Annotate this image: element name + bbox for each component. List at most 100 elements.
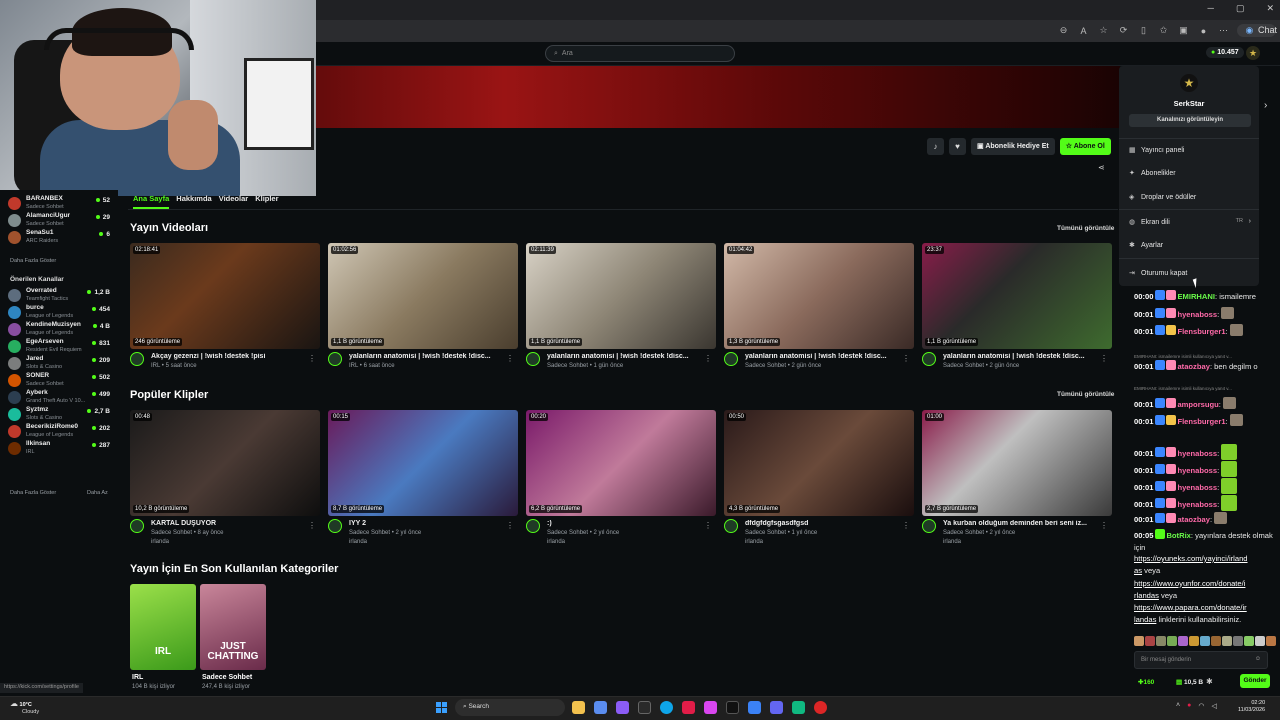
tab-videos[interactable]: Videolar <box>219 194 248 209</box>
menu-item-subscriptions[interactable]: ✦ Abonelikler <box>1129 169 1251 177</box>
emote-icon[interactable] <box>1222 636 1232 646</box>
more-icon[interactable]: ⋯ <box>1217 25 1229 36</box>
more-options-icon[interactable]: ⋮ <box>902 354 910 363</box>
emote-icon[interactable] <box>1167 636 1177 646</box>
menu-item-display-language[interactable]: ◍ Ekran dili TR › <box>1129 218 1251 226</box>
notification-bell-icon[interactable]: ♪ <box>927 138 944 155</box>
gift-subscription-button[interactable]: ▣ Abonelik Hediye Et <box>971 138 1055 155</box>
follow-heart-icon[interactable]: ♥ <box>949 138 966 155</box>
video-card[interactable]: 01:02:56 1,1 B görüntüleme yalanların anat… <box>328 243 518 373</box>
chat-username[interactable]: hyenaboss <box>1177 466 1217 475</box>
videos-see-all-link[interactable]: Tümünü görüntüle <box>1057 225 1114 232</box>
emoji-icon[interactable]: ☺ <box>1255 656 1261 662</box>
chat-link[interactable]: as <box>1134 566 1142 575</box>
chat-link[interactable]: https://oyuneks.com/yayinci/irland <box>1134 554 1248 563</box>
more-options-icon[interactable]: ⋮ <box>308 521 316 530</box>
emote-icon[interactable] <box>1189 636 1199 646</box>
emote-icon[interactable] <box>1200 636 1210 646</box>
send-button[interactable]: Gönder <box>1240 674 1270 688</box>
read-aloud-icon[interactable]: A <box>1077 26 1089 36</box>
chat-username[interactable]: ataozbay <box>1177 515 1210 524</box>
show-more-followed-link[interactable]: Daha Fazla Göster <box>10 258 56 264</box>
menu-item-drops[interactable]: ◈ Droplar ve ödüller <box>1129 193 1251 201</box>
chat-username[interactable]: BotRix <box>1166 531 1190 540</box>
chat-username[interactable]: hyenaboss <box>1177 500 1217 509</box>
close-window-icon[interactable]: ✕ <box>1266 3 1274 14</box>
windows-start-icon[interactable] <box>436 702 447 713</box>
chat-link[interactable]: rlandas <box>1134 591 1159 600</box>
chatgpt-icon[interactable] <box>792 701 805 714</box>
discord-icon[interactable] <box>770 701 783 714</box>
file-explorer-icon[interactable] <box>572 701 585 714</box>
category-card[interactable]: JUST CHATTING Sadece Sohbet 247,4 B kişi… <box>200 584 266 694</box>
more-options-icon[interactable]: ⋮ <box>1100 354 1108 363</box>
user-avatar-button[interactable]: ★ <box>1246 46 1260 60</box>
emote-icon[interactable] <box>1134 636 1144 646</box>
refresh-icon[interactable]: ⟳ <box>1117 25 1129 36</box>
emote-icon[interactable] <box>1178 636 1188 646</box>
tray-app-icon[interactable]: ● <box>1187 702 1191 710</box>
zoom-icon[interactable]: ⊖ <box>1057 25 1069 36</box>
sidebar-channel-item[interactable]: SenaSu1 ARC Raiders 6 <box>8 228 110 248</box>
menu-item-creator-dashboard[interactable]: ▦ Yayıncı paneli <box>1129 146 1251 154</box>
tab-clips[interactable]: Klipler <box>255 194 278 209</box>
video-card[interactable]: 01:04:42 1,3 B görüntüleme yalanların anat… <box>724 243 914 373</box>
emote-icon[interactable] <box>1244 636 1254 646</box>
pen-icon[interactable] <box>748 701 761 714</box>
kicks-balance[interactable]: ▤ 10,5 B <box>1176 678 1203 686</box>
chat-username[interactable]: EMIRHANI <box>1177 292 1215 301</box>
more-options-icon[interactable]: ⋮ <box>1100 521 1108 530</box>
share-icon[interactable]: ⋖ <box>1098 163 1105 172</box>
calendar-icon[interactable] <box>638 701 651 714</box>
chat-username[interactable]: Flensburger1 <box>1177 417 1225 426</box>
tray-chevron-icon[interactable]: ˄ <box>1176 702 1180 710</box>
tiktok-icon[interactable] <box>726 701 739 714</box>
clip-card[interactable]: 00:15 8,7 B görüntüleme IYY 2 Sadece Sohbet… <box>328 410 518 545</box>
chat-settings-gear-icon[interactable]: ✱ <box>1206 677 1213 686</box>
clip-card[interactable]: 00:48 10,2 B görüntüleme KARTAL DÜŞÜYOR Sad… <box>130 410 320 545</box>
chat-username[interactable]: Flensburger1 <box>1177 327 1225 336</box>
menu-item-logout[interactable]: ⇥ Oturumu kapat <box>1129 269 1251 277</box>
video-card[interactable]: 02:11:39 1,1 B görüntüleme yalanların anat… <box>526 243 716 373</box>
weather-widget[interactable]: ☁ 10°C Cloudy <box>10 700 39 716</box>
copilot-chat-button[interactable]: ◉ Chat <box>1237 24 1277 37</box>
clips-see-all-link[interactable]: Tümünü görüntüle <box>1057 391 1114 398</box>
minimize-icon[interactable]: ─ <box>1208 3 1214 14</box>
chat-username[interactable]: ataozbay <box>1177 362 1210 371</box>
profile-icon[interactable]: ● <box>1197 26 1209 36</box>
volume-icon[interactable]: ◁ <box>1211 702 1216 710</box>
favorite-star-icon[interactable]: ☆ <box>1097 25 1109 36</box>
taskbar-search[interactable]: ⌕ Search <box>455 699 565 716</box>
more-options-icon[interactable]: ⋮ <box>704 521 712 530</box>
kick-credits-badge[interactable]: ● 10.457 <box>1206 47 1244 58</box>
more-options-icon[interactable]: ⋮ <box>902 521 910 530</box>
collections-icon[interactable]: ▣ <box>1177 25 1189 36</box>
more-options-icon[interactable]: ⋮ <box>308 354 316 363</box>
youtube-icon[interactable] <box>682 701 695 714</box>
emote-icon[interactable] <box>1211 636 1221 646</box>
video-card[interactable]: 23:37 1,1 B görüntüleme yalanların anatomi… <box>922 243 1112 373</box>
chat-username[interactable]: amporsugu <box>1177 400 1218 409</box>
emote-icon[interactable] <box>1266 636 1276 646</box>
teams-icon[interactable] <box>616 701 629 714</box>
emote-icon[interactable] <box>1156 636 1166 646</box>
emote-icon[interactable] <box>1233 636 1243 646</box>
instagram-icon[interactable] <box>704 701 717 714</box>
emote-icon[interactable] <box>1145 636 1155 646</box>
clip-card[interactable]: 00:50 4,3 B görüntüleme dfdgfdgfsgasdfgsd S… <box>724 410 914 545</box>
tab-about[interactable]: Hakkımda <box>176 194 211 209</box>
tab-home[interactable]: Ana Sayfa <box>133 194 170 209</box>
emote-icon[interactable] <box>1255 636 1265 646</box>
chat-link[interactable]: https://www.oyunfor.com/donate/i <box>1134 579 1245 588</box>
chat-username[interactable]: hyenaboss <box>1177 449 1217 458</box>
copilot-app-icon[interactable] <box>594 701 607 714</box>
subscribe-button[interactable]: ☆ Abone Ol <box>1059 138 1111 155</box>
search-input[interactable]: ⌕ Ara <box>545 45 735 62</box>
chat-collapse-chevron-icon[interactable]: › <box>1264 100 1267 111</box>
clip-card[interactable]: 01:00 2,7 B görüntüleme Ya kurban olduğum … <box>922 410 1112 545</box>
split-screen-icon[interactable]: ▯ <box>1137 25 1149 36</box>
chat-message-input[interactable]: Bir mesaj gönderin ☺ <box>1134 651 1268 669</box>
network-icon[interactable]: ◠ <box>1198 702 1204 710</box>
chat-username[interactable]: hyenaboss <box>1177 310 1217 319</box>
more-options-icon[interactable]: ⋮ <box>704 354 712 363</box>
